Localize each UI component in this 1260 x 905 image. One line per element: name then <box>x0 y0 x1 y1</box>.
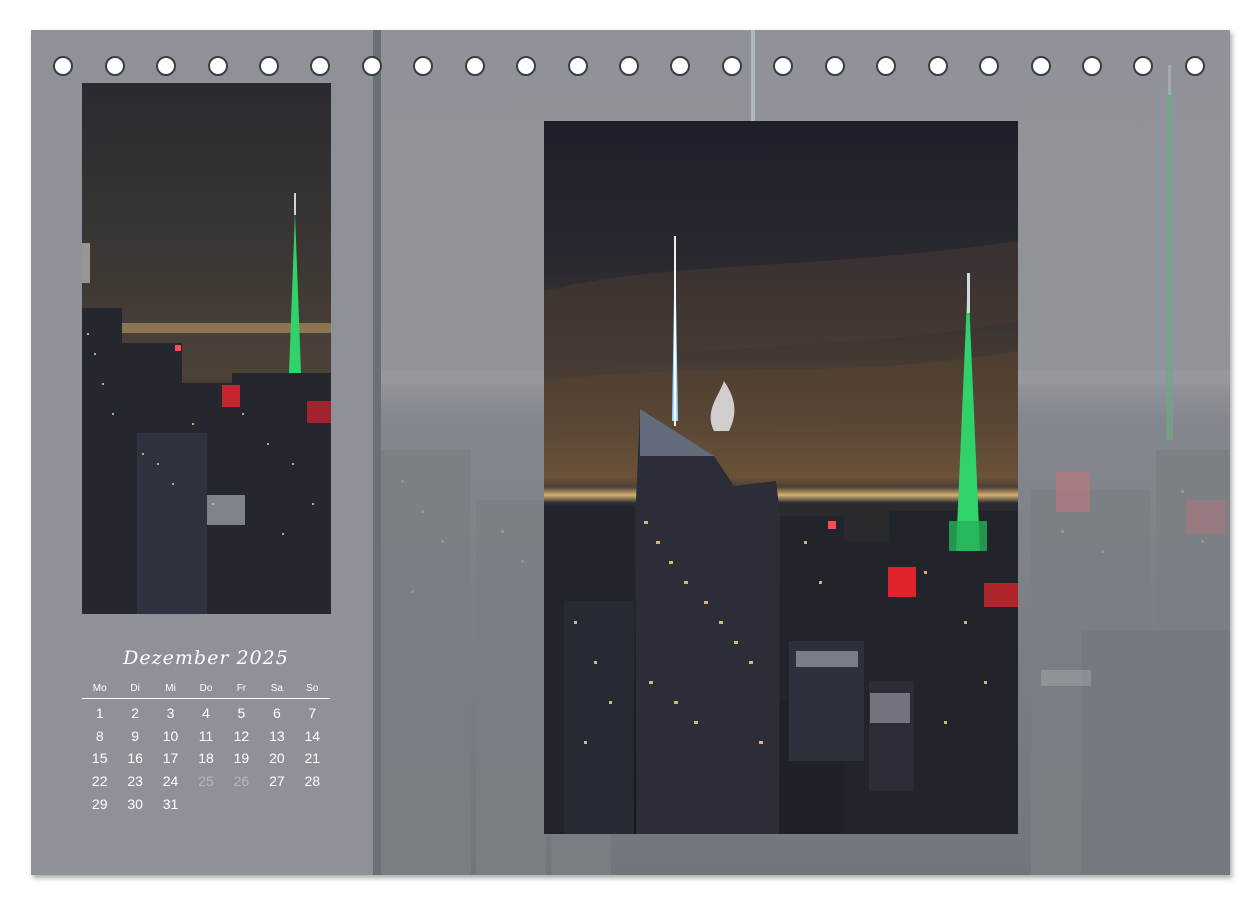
day-cell: 27 <box>269 773 285 790</box>
day-cell: 24 <box>162 773 179 790</box>
day-cell: 16 <box>127 750 143 767</box>
day-cell: 18 <box>198 750 214 767</box>
day-cell: 21 <box>304 750 321 767</box>
day-cell: 7 <box>308 705 317 721</box>
day-cell: 14 <box>304 727 321 744</box>
weekday-label: Sa <box>270 683 283 694</box>
month-title: Dezember 2025 <box>123 647 289 669</box>
month-calendar: Dezember 2025 Mo Di Mi Do Fr Sa So 12345… <box>82 644 330 815</box>
day-cell: 19 <box>233 750 250 767</box>
panel-divider <box>373 30 381 875</box>
day-cell: 28 <box>304 773 321 790</box>
weekday-label: Fr <box>236 683 247 694</box>
day-grid: 1 2 3 4 5 6 7 8 9 10 11 12 13 14 15 16 17 18 19 20 21 22 23 24 2… <box>82 702 330 815</box>
main-skyline <box>544 121 1018 834</box>
weekday-label: Mi <box>165 683 176 694</box>
day-cell: 8 <box>95 727 104 744</box>
day-cell: 12 <box>233 727 250 744</box>
weekday-header: Mo Di Mi Do Fr Sa So <box>82 682 330 699</box>
day-cell: 30 <box>127 795 143 812</box>
day-cell: 23 <box>127 773 143 790</box>
day-cell: 15 <box>91 750 108 767</box>
weekday-label: Do <box>199 683 213 694</box>
day-cell: 10 <box>162 727 179 744</box>
day-cell: 11 <box>198 727 214 744</box>
day-cell: 9 <box>131 727 140 744</box>
day-cell: 22 <box>91 773 108 790</box>
day-cell-holiday: 26 <box>233 773 250 790</box>
day-cell: 3 <box>166 705 175 721</box>
weekday-label: So <box>306 683 319 694</box>
day-cell: 29 <box>91 795 108 812</box>
day-cell: 1 <box>95 705 104 721</box>
day-cell-holiday: 25 <box>198 773 214 790</box>
side-skyline <box>82 83 331 614</box>
weekday-label: Di <box>130 683 140 694</box>
main-photo <box>544 121 1018 834</box>
day-cell: 17 <box>162 750 179 767</box>
day-cell: 31 <box>162 795 179 812</box>
day-cell: 20 <box>269 750 285 767</box>
day-cell: 5 <box>237 705 246 721</box>
day-cell: 4 <box>202 705 210 721</box>
day-cell: 6 <box>272 705 281 721</box>
day-cell: 2 <box>131 705 140 721</box>
weekday-label: Mo <box>92 683 107 694</box>
day-cell: 13 <box>269 727 285 744</box>
side-photo <box>82 83 331 614</box>
